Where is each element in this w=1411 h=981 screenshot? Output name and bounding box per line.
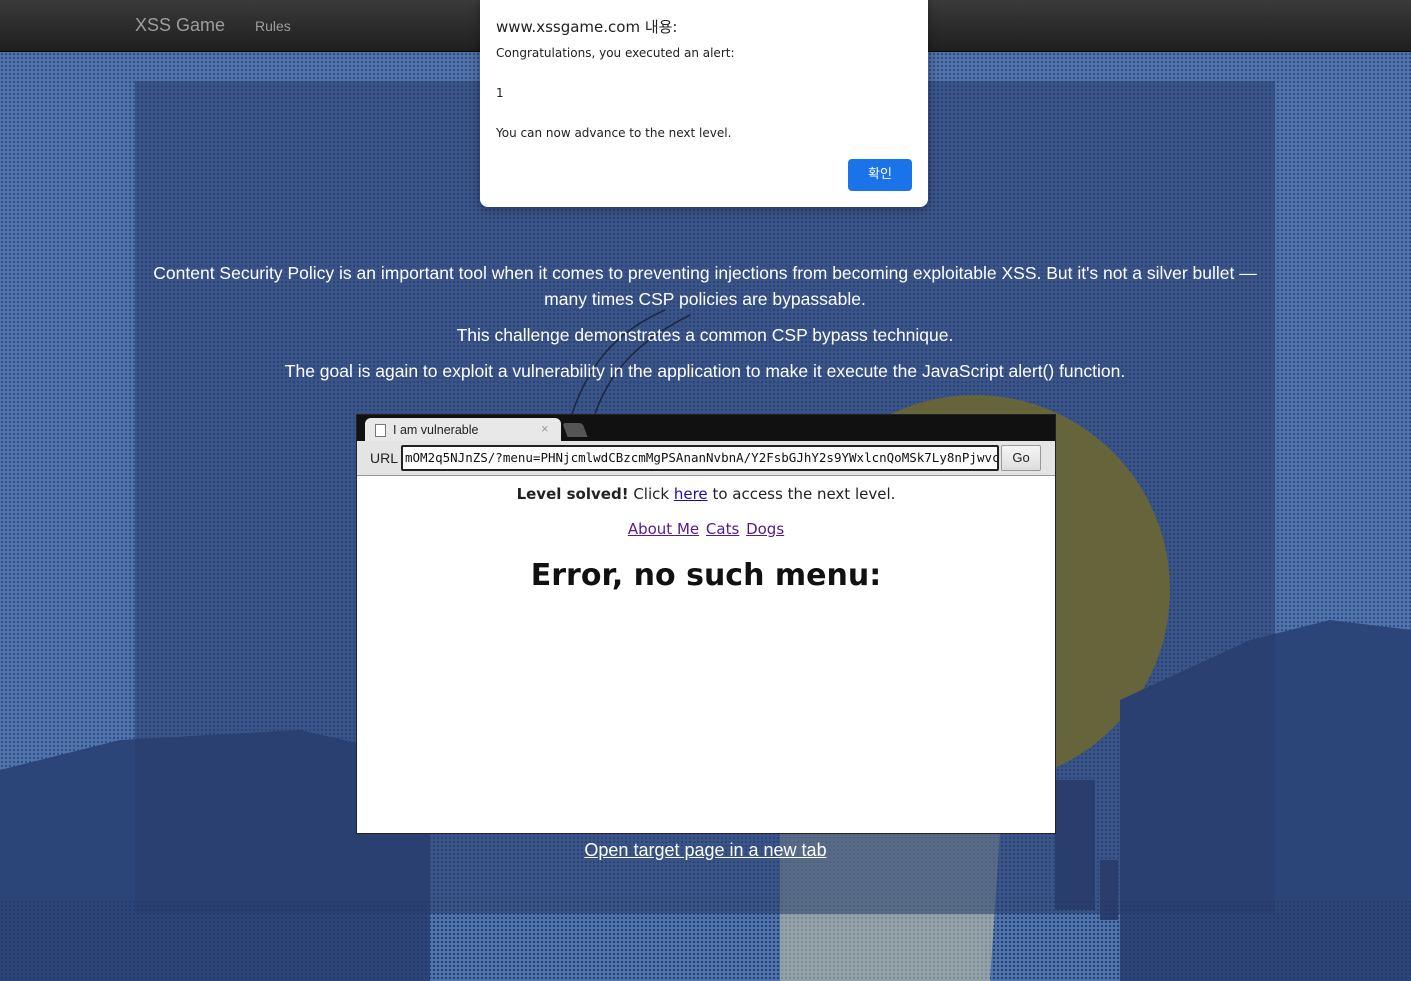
go-button[interactable]: Go xyxy=(1001,445,1041,471)
alert-title: www.xssgame.com 내용: xyxy=(496,18,678,36)
level-solved-pre: Click xyxy=(633,485,670,503)
open-target-new-tab-link[interactable]: Open target page in a new tab xyxy=(0,840,1411,861)
menu-links: About Me Cats Dogs xyxy=(357,520,1055,538)
menu-link-cats[interactable]: Cats xyxy=(706,520,739,538)
alert-message-line-1: Congratulations, you executed an alert: xyxy=(496,46,735,60)
brand-logo[interactable]: XSS Game xyxy=(135,15,225,36)
alert-dialog: www.xssgame.com 내용: Congratulations, you… xyxy=(480,0,928,207)
new-tab-button[interactable] xyxy=(562,423,588,437)
error-heading: Error, no such menu: xyxy=(530,558,882,593)
level-solved-message: Level solved! Click here to access the n… xyxy=(357,485,1055,503)
menu-link-dogs[interactable]: Dogs xyxy=(746,520,784,538)
tab-close-icon[interactable]: × xyxy=(541,421,549,436)
alert-message-line-2: 1 xyxy=(496,86,504,100)
url-bar: URL mOM2q5NJnZS/?menu=PHNjcmlwdCBzcmMgPS… xyxy=(357,441,1055,476)
rules-link[interactable]: Rules xyxy=(255,18,291,34)
url-input[interactable]: mOM2q5NJnZS/?menu=PHNjcmlwdCBzcmMgPSAnan… xyxy=(401,445,999,471)
browser-tab-strip: I am vulnerable × xyxy=(357,415,1055,441)
level-solved-bold: Level solved! xyxy=(516,485,629,503)
tab-title: I am vulnerable xyxy=(393,423,479,437)
intro-text: Content Security Policy is an important … xyxy=(150,260,1260,394)
url-label: URL xyxy=(370,450,399,466)
document-icon xyxy=(375,424,386,437)
intro-paragraph-1: Content Security Policy is an important … xyxy=(153,263,1257,309)
intro-paragraph-3: The goal is again to exploit a vulnerabi… xyxy=(284,361,1126,381)
intro-paragraph-2: This challenge demonstrates a common CSP… xyxy=(456,325,954,345)
alert-ok-button[interactable]: 확인 xyxy=(848,159,912,191)
embedded-browser: I am vulnerable × URL mOM2q5NJnZS/?menu=… xyxy=(356,414,1056,834)
next-level-link[interactable]: here xyxy=(674,485,708,503)
browser-frame-content: Level solved! Click here to access the n… xyxy=(357,476,1055,593)
browser-tab[interactable]: I am vulnerable × xyxy=(365,418,561,441)
menu-link-about-me[interactable]: About Me xyxy=(628,520,699,538)
level-solved-post: to access the next level. xyxy=(712,485,896,503)
alert-message-line-3: You can now advance to the next level. xyxy=(496,126,732,140)
